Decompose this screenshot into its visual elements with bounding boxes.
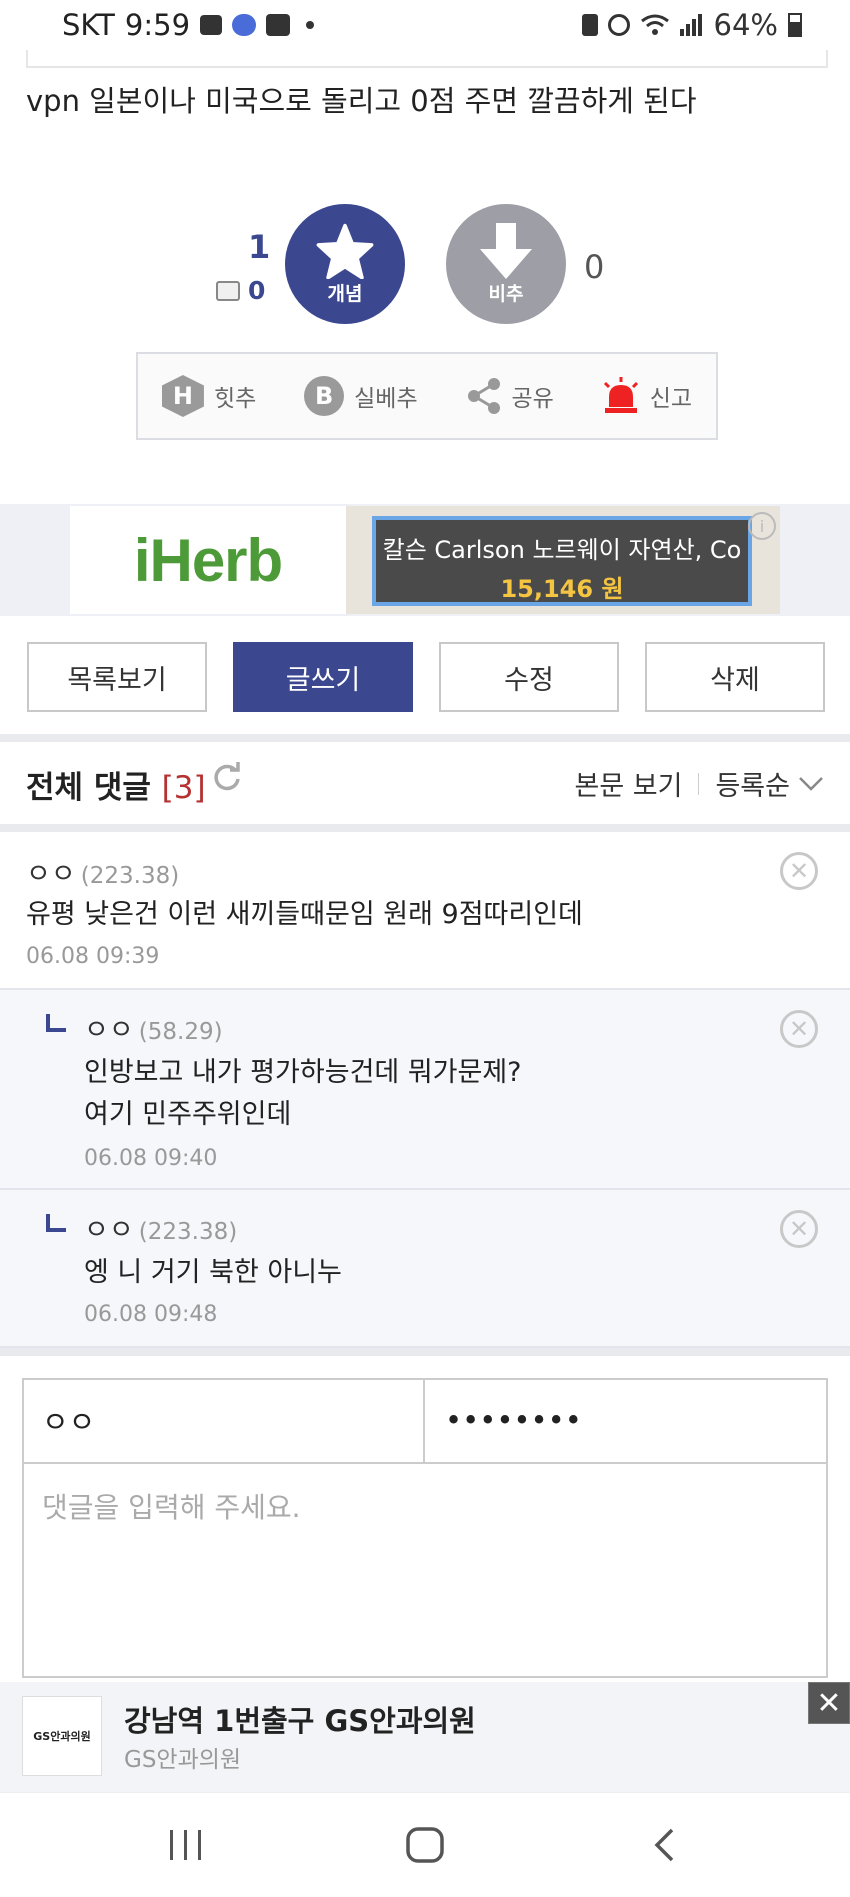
home-icon[interactable] [395,1820,455,1870]
signal-icon [679,14,702,36]
list-button[interactable]: 목록보기 [27,642,207,712]
reply-delete-button[interactable]: ✕ [780,1210,818,1248]
siren-icon [603,377,638,413]
upvote-label: 개념 [327,282,363,305]
bottom-ad-subtitle: GS안과의원 [124,1747,242,1773]
post-actions: H 힛추 B 실베추 공유 신고 [136,352,718,440]
iherb-logo: iHerb [133,526,283,594]
reply-author[interactable]: ㅇㅇ [84,1015,134,1046]
ad-product-price: 15,146 원 [500,575,624,603]
reply-item: ㅇㅇ (223.38) 엥 니 거기 북한 아니누 06.08 09:48 ✕ [0,1190,850,1348]
downvote-count: 0 [584,248,605,286]
reply-text-line-1: 인방보고 내가 평가하능건데 뭐가문제? [84,1057,522,1088]
share-button[interactable]: 공유 [466,377,554,415]
password-field[interactable]: •••••••• [425,1378,828,1464]
battery-percent: 64% [713,8,778,42]
naver-icon [266,14,291,36]
reply-text-line-2: 여기 민주주위인데 [84,1099,292,1130]
refresh-icon[interactable] [212,762,242,792]
report-label: 신고 [649,386,693,412]
wifi-icon [640,14,669,35]
header-divider [698,772,700,795]
view-post-link[interactable]: 본문 보기 [575,764,683,803]
fixed-upvote-value: 0 [248,276,266,305]
more-notifications-dot-icon [306,21,315,29]
section-divider [0,734,850,742]
reply-text: 엥 니 거기 북한 아니누 [84,1257,342,1288]
gallery-icon [200,15,223,35]
reply-delete-button[interactable]: ✕ [780,1010,818,1048]
alarm-icon [607,14,630,36]
delete-button[interactable]: 삭제 [645,642,825,712]
status-left: SKT 9:59 [62,8,315,42]
downvote-label: 비추 [488,282,524,305]
fixed-upvote-count: 0 [216,276,265,305]
bottom-ad-title[interactable]: 강남역 1번출구 GS안과의원 [124,1698,476,1740]
back-icon[interactable] [634,1820,694,1870]
reply-date: 06.08 09:48 [84,1302,218,1327]
downvote-button[interactable]: 비추 [446,204,566,324]
upvote-count: 1 [248,228,271,266]
clock: 9:59 [124,8,191,42]
iherb-logo-box[interactable]: iHerb [70,506,346,614]
comments-title-label: 전체 댓글 [26,770,151,806]
reply-mark-icon [46,1014,66,1032]
report-button[interactable]: 신고 [602,377,692,415]
arrow-down-icon [480,222,532,279]
post-top-border [26,50,828,68]
sort-label: 등록순 [715,771,790,802]
comments-title: 전체 댓글 [3] [26,762,206,807]
status-right: 64% [581,8,802,42]
hit-icon: H [161,375,204,417]
reply-meta: ㅇㅇ (58.29) [84,1008,223,1047]
best-recommend-button[interactable]: B 실베추 [304,376,418,416]
comments-header-controls: 본문 보기 등록순 [575,764,824,803]
comments-top-divider [0,824,850,832]
ad-product-name: 칼슨 Carlson 노르웨이 자연산, Co [382,536,742,564]
sort-dropdown[interactable]: 등록순 [715,764,824,803]
reply-ip: (223.38) [138,1219,238,1245]
hit-recommend-label: 힛추 [213,386,257,412]
recent-apps-icon[interactable] [156,1820,216,1870]
name-field[interactable]: ㅇㅇ [22,1378,425,1464]
comment-author[interactable]: ㅇㅇ [26,859,76,890]
edit-button[interactable]: 수정 [439,642,619,712]
close-icon[interactable]: ✕ [808,1682,850,1724]
comment-date: 06.08 09:39 [26,944,160,969]
comment-ip: (223.38) [80,863,180,889]
reply-mark-icon [46,1214,66,1232]
upvote-button[interactable]: 개념 [285,204,405,324]
chevron-down-icon [799,776,823,791]
reply-author[interactable]: ㅇㅇ [84,1215,134,1246]
comment-text: 유평 낮은건 이런 새끼들때문임 원래 9점따리인데 [26,899,583,930]
comment-meta: ㅇㅇ (223.38) [26,852,179,891]
status-bar: SKT 9:59 64% [0,0,850,52]
reply-ip: (58.29) [138,1019,223,1045]
battery-icon [788,13,802,37]
star-icon [316,223,374,279]
write-divider [0,1348,850,1356]
comment-item: ㅇㅇ (223.38) 유평 낮은건 이런 새끼들때문임 원래 9점따리인데 0… [0,832,850,990]
recycle-icon [581,14,598,36]
reply-meta: ㅇㅇ (223.38) [84,1208,237,1247]
comment-delete-button[interactable]: ✕ [780,852,818,890]
hit-recommend-button[interactable]: H 힛추 [161,375,257,417]
app-notification-icon [232,14,257,36]
ad-info-icon[interactable]: i [748,512,776,540]
carrier-label: SKT [62,8,115,42]
post-body: vpn 일본이나 미국으로 돌리고 0점 주면 깔끔하게 된다 [26,84,697,118]
reply-date: 06.08 09:40 [84,1146,218,1171]
best-recommend-label: 실베추 [354,386,418,412]
fixed-user-icon [216,280,240,301]
reply-item: ㅇㅇ (58.29) 인방보고 내가 평가하능건데 뭐가문제? 여기 민주주위인… [0,990,850,1190]
share-label: 공유 [511,386,554,412]
best-icon: B [304,376,345,416]
write-button[interactable]: 글쓰기 [233,642,413,712]
share-icon [467,378,500,414]
comment-textarea[interactable]: 댓글을 입력해 주세요. [22,1464,828,1548]
comments-count: [3] [161,770,206,806]
ad-product-card[interactable]: 칼슨 Carlson 노르웨이 자연산, Co 15,146 원 [372,516,752,606]
bottom-ad-logo[interactable]: GS안과의원 [22,1696,102,1776]
